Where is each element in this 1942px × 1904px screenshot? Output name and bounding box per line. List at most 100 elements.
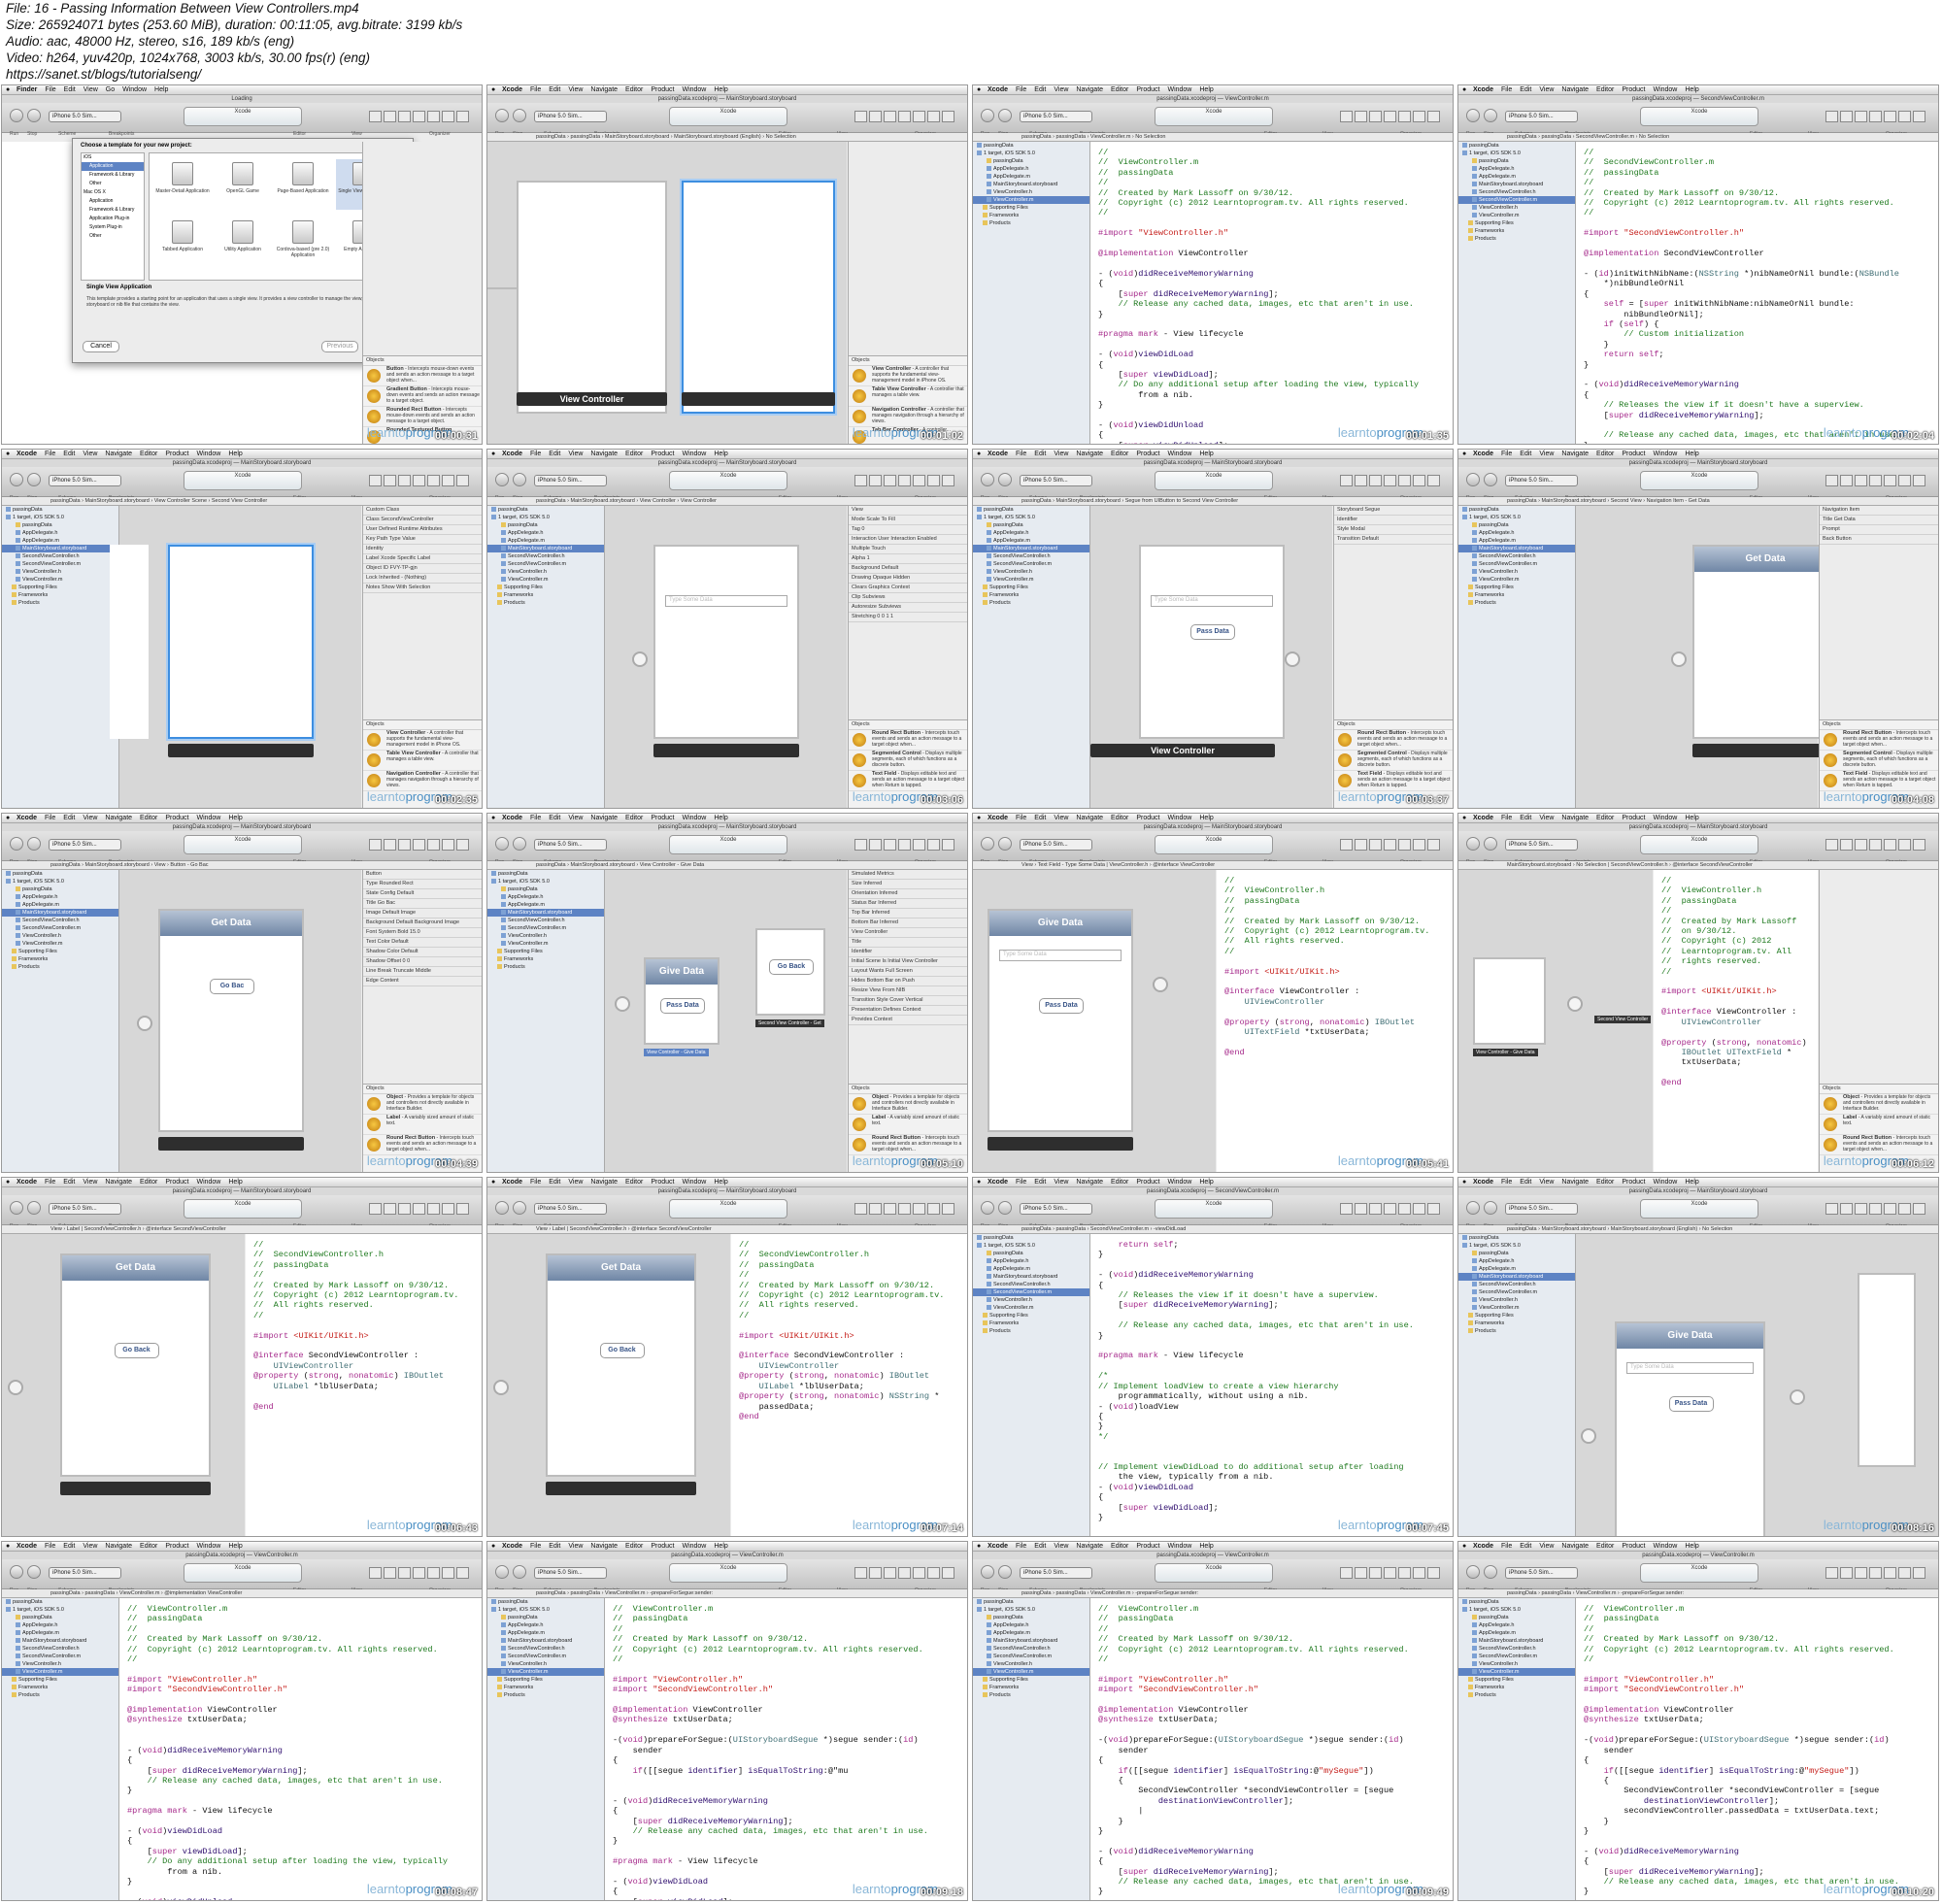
toggle-utilities-button[interactable] <box>1413 839 1425 851</box>
inspector-row[interactable]: Multiple Touch <box>849 545 967 554</box>
toggle-utilities-button[interactable] <box>442 839 454 851</box>
inspector-row[interactable]: Interaction User Interaction Enabled <box>849 535 967 545</box>
menu-item-xcode[interactable]: Xcode <box>502 815 522 821</box>
segue-icon[interactable] <box>1671 651 1687 667</box>
nav-item[interactable]: MainStoryboard.storyboard <box>2 1637 118 1645</box>
nav-item[interactable]: passingData <box>1458 506 1575 514</box>
inspector-row[interactable]: Alpha 1 <box>849 554 967 564</box>
editor-assistant-button[interactable] <box>1355 1203 1367 1215</box>
nav-item[interactable]: SecondViewController.h <box>1458 1281 1575 1288</box>
toggle-utilities-button[interactable] <box>1413 1567 1425 1579</box>
template-item[interactable]: Tabbed Application <box>155 217 210 268</box>
jump-bar[interactable]: passingData › passingData › ViewControll… <box>973 133 1453 142</box>
previous-button[interactable]: Previous <box>321 341 358 352</box>
menu-item-view[interactable]: View <box>1539 1179 1554 1186</box>
editor-version-button[interactable] <box>1855 111 1867 122</box>
menu-item-xcode[interactable]: Xcode <box>502 1543 522 1550</box>
nav-item[interactable]: 1 target, iOS SDK 5.0 <box>1458 1606 1575 1614</box>
run-button[interactable] <box>981 1565 994 1579</box>
inspector-row[interactable]: Label Xcode Specific Label <box>363 554 482 564</box>
menu-item-view[interactable]: View <box>83 1179 97 1186</box>
library-item[interactable]: Button - Intercepts mouse-down events an… <box>363 366 482 386</box>
nav-item[interactable]: Products <box>973 599 1089 607</box>
editor-assistant-button[interactable] <box>869 839 882 851</box>
editor-assistant-button[interactable] <box>1355 1567 1367 1579</box>
menu-item-product[interactable]: Product <box>1136 1179 1159 1186</box>
jump-bar[interactable]: View › Label | SecondViewController.h › … <box>2 1225 482 1234</box>
nav-item[interactable]: Products <box>1458 599 1575 607</box>
nav-item[interactable]: SecondViewController.m <box>1458 1653 1575 1660</box>
library-item[interactable]: Label - A variably sized amount of stati… <box>1820 1115 1938 1135</box>
template-item[interactable]: OpenGL Game <box>216 159 270 210</box>
nav-item[interactable]: MainStoryboard.storyboard <box>487 1637 604 1645</box>
nav-item[interactable]: SecondViewController.h <box>1458 188 1575 196</box>
stop-button[interactable] <box>1484 473 1497 486</box>
editor-standard-button[interactable] <box>1825 111 1838 122</box>
library-item[interactable]: Text Field - Displays editable text and … <box>849 771 967 791</box>
editor-version-button[interactable] <box>1369 839 1382 851</box>
scene-dock[interactable]: View Controller <box>517 392 667 406</box>
view-controller-scene[interactable] <box>682 181 835 414</box>
toggle-utilities-button[interactable] <box>927 111 940 122</box>
inspector-row[interactable]: User Defined Runtime Attributes <box>363 525 482 535</box>
editor-version-button[interactable] <box>1369 1203 1382 1215</box>
run-button[interactable] <box>495 109 509 122</box>
inspector-row[interactable]: Back Button <box>1820 535 1938 545</box>
stop-button[interactable] <box>27 109 41 122</box>
segue-icon[interactable] <box>615 996 630 1012</box>
nav-item[interactable]: AppDelegate.m <box>487 1629 604 1637</box>
menu-item-navigate[interactable]: Navigate <box>590 86 618 93</box>
toggle-debug-button[interactable] <box>913 475 925 486</box>
editor-assistant-button[interactable] <box>384 1203 396 1215</box>
menu-item-view[interactable]: View <box>1539 1543 1554 1550</box>
menu-item-edit[interactable]: Edit <box>1034 1543 1046 1550</box>
inspector-row[interactable]: View <box>849 506 967 516</box>
nav-item[interactable]: 1 target, iOS SDK 5.0 <box>1458 1242 1575 1250</box>
toggle-navigator-button[interactable] <box>413 111 425 122</box>
menu-item-window[interactable]: Window <box>196 1179 220 1186</box>
toggle-utilities-button[interactable] <box>927 475 940 486</box>
view-controller-scene[interactable]: Get Data Go Bac <box>158 909 304 1132</box>
menu-item-product[interactable]: Product <box>1622 1543 1645 1550</box>
nav-item[interactable]: MainStoryboard.storyboard <box>973 1637 1089 1645</box>
scheme-selector[interactable]: iPhone 5.0 Sim... <box>1505 475 1578 486</box>
nav-item[interactable]: Supporting Files <box>487 584 604 591</box>
organizer-button[interactable] <box>1913 475 1925 486</box>
editor-standard-button[interactable] <box>1825 839 1838 851</box>
toggle-navigator-button[interactable] <box>1384 1203 1396 1215</box>
menu-item-edit[interactable]: Edit <box>549 1543 560 1550</box>
menu-item-product[interactable]: Product <box>1622 1179 1645 1186</box>
library-item[interactable]: Object - Provides a template for objects… <box>849 1094 967 1115</box>
library-header[interactable]: Objects <box>1334 720 1453 730</box>
scheme-selector[interactable]: iPhone 5.0 Sim... <box>1020 1203 1092 1215</box>
inspector-row[interactable]: Title <box>849 938 967 948</box>
inspector-row[interactable]: Navigation Item <box>1820 506 1938 516</box>
nav-item[interactable]: ViewController.m <box>2 1668 118 1676</box>
nav-item[interactable]: ViewController.m <box>973 1304 1089 1312</box>
menu-item-file[interactable]: File <box>1501 1543 1512 1550</box>
menu-item-go[interactable]: Go <box>106 86 115 93</box>
code-editor[interactable]: // // SecondViewController.h // passingD… <box>246 1234 482 1536</box>
apple-icon[interactable]: ● <box>1462 85 1470 93</box>
nav-item[interactable]: MainStoryboard.storyboard <box>487 545 604 552</box>
apple-icon[interactable]: ● <box>1462 814 1470 821</box>
menu-item-help[interactable]: Help <box>1199 815 1213 821</box>
organizer-button[interactable] <box>456 839 469 851</box>
menu-item-editor[interactable]: Editor <box>1111 86 1128 93</box>
toggle-debug-button[interactable] <box>427 111 440 122</box>
organizer-button[interactable] <box>1427 475 1440 486</box>
nav-item[interactable]: ViewController.m <box>487 1668 604 1676</box>
library-item[interactable]: Round Rect Button - Intercepts touch eve… <box>1334 730 1453 751</box>
toggle-navigator-button[interactable] <box>1869 475 1882 486</box>
stop-button[interactable] <box>513 109 526 122</box>
inspector-row[interactable]: Identifier <box>1334 516 1453 525</box>
text-field[interactable]: Type Some Data <box>665 595 787 607</box>
nav-item[interactable]: Products <box>2 599 118 607</box>
nav-item[interactable]: AppDelegate.h <box>973 1257 1089 1265</box>
nav-item[interactable]: Products <box>487 599 604 607</box>
toggle-debug-button[interactable] <box>1884 475 1896 486</box>
nav-item[interactable]: Frameworks <box>1458 227 1575 235</box>
menu-item-window[interactable]: Window <box>1653 451 1677 457</box>
jump-bar[interactable]: passingData › MainStoryboard.storyboard … <box>1458 497 1938 506</box>
menu-item-edit[interactable]: Edit <box>1520 815 1531 821</box>
